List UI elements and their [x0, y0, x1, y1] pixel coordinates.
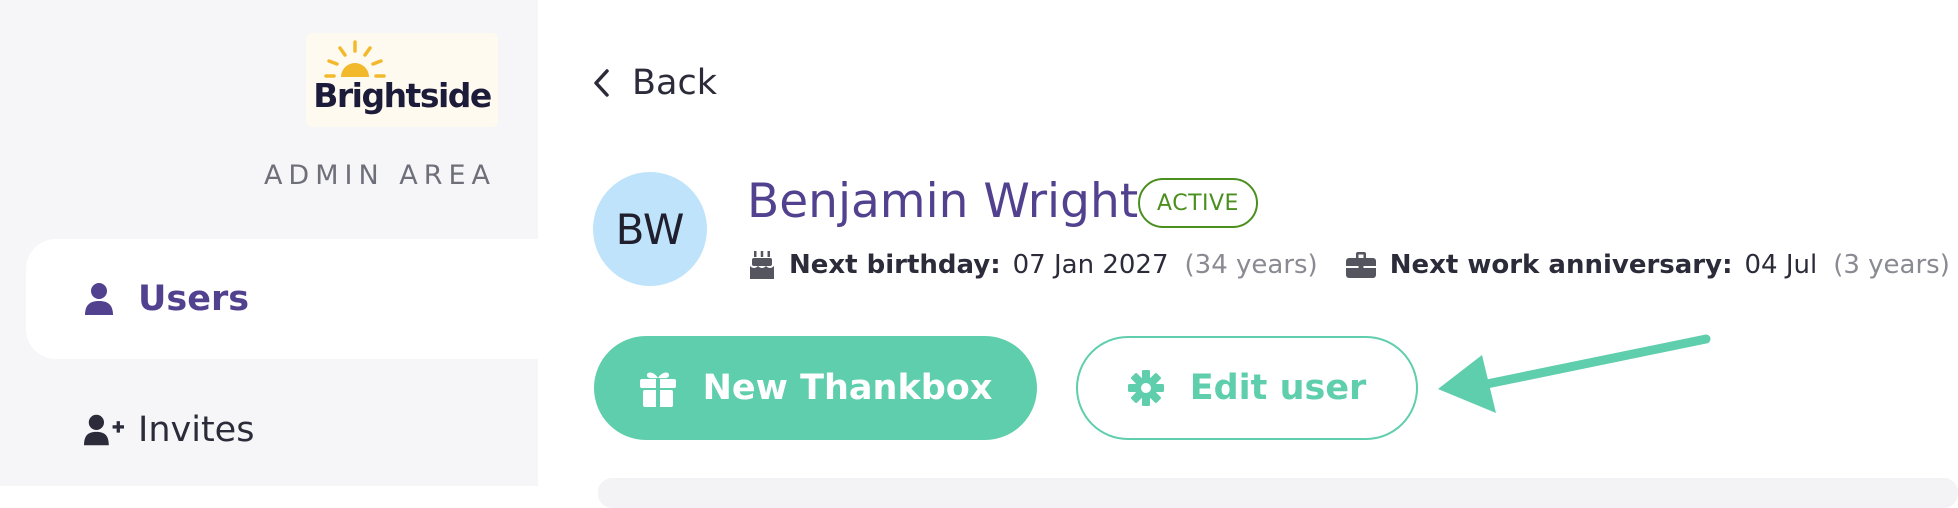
edit-user-button[interactable]: Edit user [1076, 336, 1418, 440]
sun-icon [324, 40, 386, 78]
new-thankbox-button[interactable]: New Thankbox [594, 336, 1037, 440]
birthday-cake-icon [749, 251, 775, 279]
sidebar-item-label: Users [138, 279, 250, 319]
brightside-logo[interactable]: Brightside [306, 33, 498, 127]
sidebar-item-users[interactable]: Users [26, 239, 538, 359]
gear-icon [1127, 370, 1164, 406]
admin-area-label: ADMIN AREA [263, 160, 496, 191]
briefcase-icon [1345, 252, 1376, 278]
content-card [598, 478, 1958, 508]
anniversary-value: 04 Jul [1744, 250, 1818, 280]
back-label: Back [632, 63, 717, 103]
annotation-arrow-icon [1438, 334, 1711, 413]
chevron-left-icon [594, 69, 609, 97]
avatar: BW [593, 172, 707, 286]
sidebar-item-label: Invites [138, 410, 255, 450]
edit-user-label: Edit user [1189, 368, 1367, 408]
user-meta-row: Next birthday: 07 Jan 2027 (34 years) Ne… [749, 245, 1958, 285]
new-thankbox-label: New Thankbox [702, 368, 993, 408]
birthday-value: 07 Jan 2027 [1012, 250, 1169, 280]
user-plus-icon [84, 413, 124, 447]
anniversary-label: Next work anniversary: [1389, 250, 1733, 280]
status-badge: ACTIVE [1138, 178, 1258, 228]
birthday-label: Next birthday: [789, 250, 1001, 280]
logo-wordmark: Brightside [313, 76, 492, 115]
back-link[interactable]: Back [592, 58, 717, 108]
sidebar-item-invites[interactable]: Invites [26, 370, 538, 490]
birthday-age: (34 years) [1184, 250, 1318, 280]
anniversary-years: (3 years) [1833, 250, 1950, 280]
user-name: Benjamin Wright [747, 174, 1139, 229]
gift-icon [639, 369, 677, 407]
user-icon [84, 282, 124, 316]
sidebar: Brightside ADMIN AREA Users Invites [0, 0, 538, 486]
